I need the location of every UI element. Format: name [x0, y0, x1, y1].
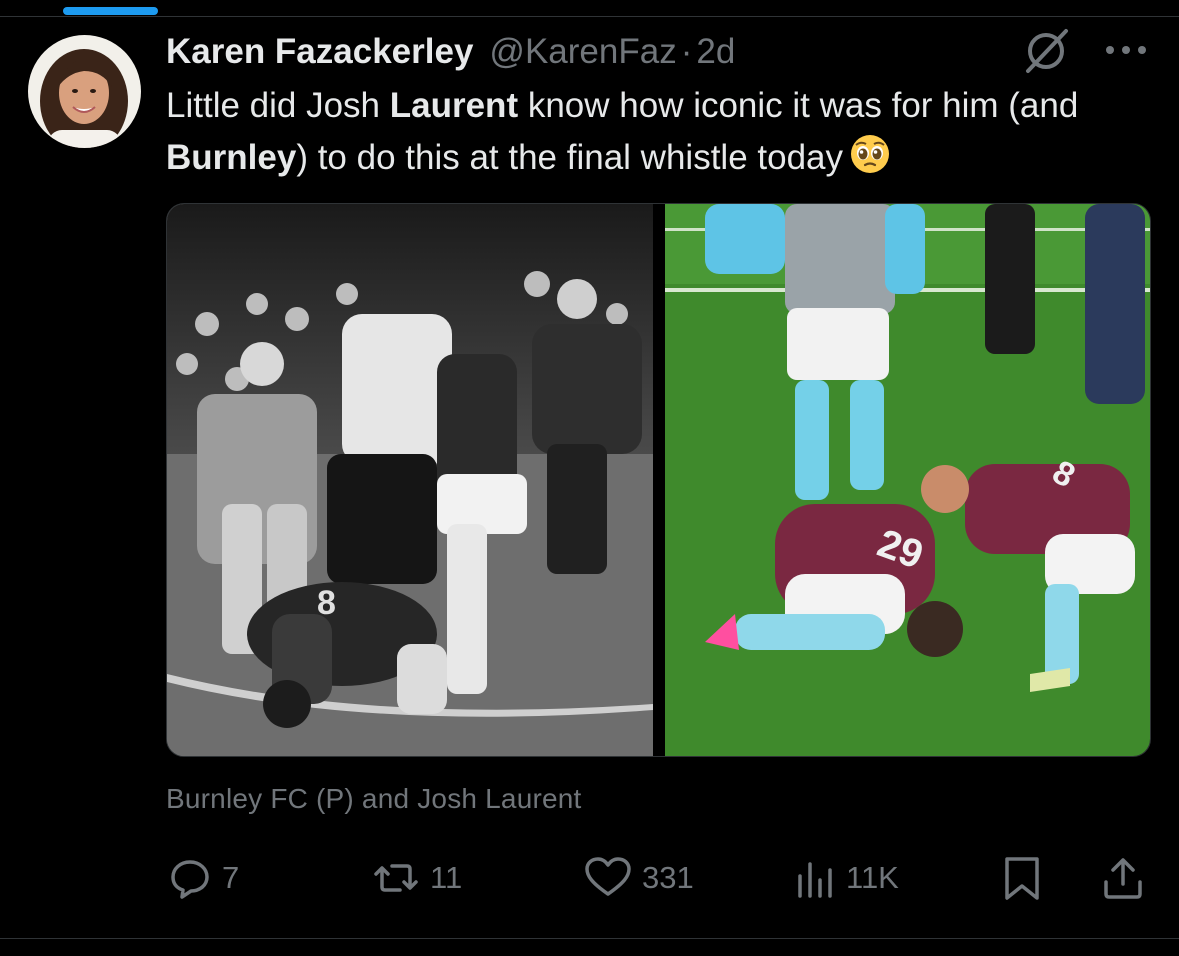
- repost-count: 11: [430, 860, 463, 895]
- tweet-media[interactable]: 8 29 8: [166, 203, 1151, 757]
- repost-button[interactable]: 11: [370, 848, 462, 908]
- action-bar: 7 11 331 11K: [0, 848, 1179, 908]
- share-icon: [1100, 854, 1146, 902]
- reply-icon: [166, 854, 214, 902]
- like-count: 331: [642, 860, 694, 895]
- reply-count: 7: [222, 860, 240, 895]
- author-handle[interactable]: @KarenFaz: [489, 32, 676, 72]
- bookmark-icon: [1002, 854, 1042, 902]
- grok-icon[interactable]: [1020, 27, 1072, 75]
- tweet-text-bold: Burnley: [166, 138, 297, 177]
- more-icon[interactable]: [1102, 42, 1150, 58]
- repost-icon: [370, 854, 422, 902]
- pleading-face-emoji: [849, 133, 891, 190]
- views-icon: [794, 854, 838, 902]
- views-button[interactable]: 11K: [794, 848, 899, 908]
- divider-bottom: [0, 938, 1179, 939]
- svg-text:8: 8: [317, 584, 336, 622]
- author-name[interactable]: Karen Fazackerley: [166, 32, 473, 72]
- media-caption: Burnley FC (P) and Josh Laurent: [166, 783, 582, 814]
- divider-top: [0, 16, 1179, 17]
- tab-indicator: [63, 7, 158, 15]
- reply-button[interactable]: 7: [166, 848, 239, 908]
- avatar-image: [28, 35, 141, 148]
- like-button[interactable]: 331: [582, 848, 694, 908]
- bookmark-button[interactable]: [1002, 848, 1042, 908]
- tweet-text-bold: Laurent: [389, 86, 519, 125]
- tweet-timestamp[interactable]: 2d: [696, 32, 735, 72]
- views-count: 11K: [846, 860, 899, 895]
- photo-historic-celebration[interactable]: 8: [167, 204, 653, 756]
- like-icon: [582, 854, 634, 902]
- photo-divider: [653, 204, 665, 756]
- tweet-text-part: Little did Josh: [166, 86, 390, 125]
- separator-dot: ·: [680, 32, 693, 71]
- tweet-text-part: know how iconic it was for him (and: [518, 86, 1079, 125]
- avatar[interactable]: [28, 35, 141, 148]
- tweet-text-part: ) to do this at the final whistle today: [296, 138, 843, 177]
- share-button[interactable]: [1100, 848, 1146, 908]
- tweet-text: Little did Josh Laurent know how iconic …: [166, 80, 1156, 190]
- photo-modern-celebration[interactable]: 29 8: [665, 204, 1150, 756]
- tweet-header: Karen Fazackerley @KarenFaz · 2d: [166, 30, 735, 74]
